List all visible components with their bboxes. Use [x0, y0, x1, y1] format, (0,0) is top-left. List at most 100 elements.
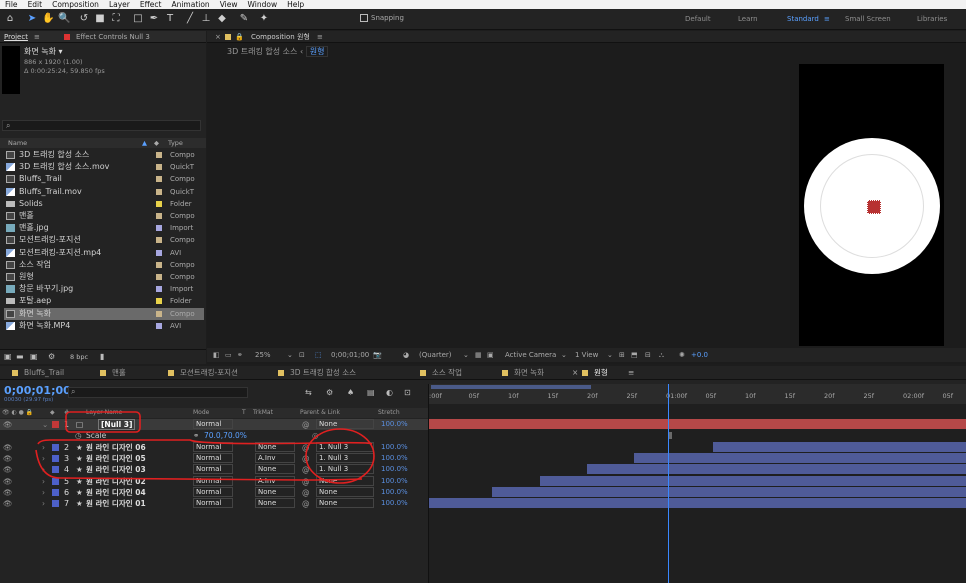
comp-panel-menu-icon[interactable]: ≡: [317, 31, 323, 43]
camera-tool-icon[interactable]: ■: [94, 13, 106, 25]
flowchart-icon[interactable]: ⊟: [645, 348, 651, 362]
timeline-tab[interactable]: Bluffs_Trail: [24, 366, 64, 380]
label-swatch[interactable]: [156, 213, 162, 219]
project-item[interactable]: 화면 녹화.MP4 AVI: [4, 320, 204, 332]
roto-brush-tool-icon[interactable]: ✎: [238, 13, 250, 25]
time-ruler[interactable]: :00f 05f 10f 15f 20f 25f 01:00f 05f 10f 15f 20f 25f…: [429, 390, 966, 404]
label-swatch[interactable]: [156, 152, 162, 158]
layer-duration-bar[interactable]: [539, 475, 966, 486]
timeline-tab[interactable]: 3D 트래킹 합성 소스: [290, 366, 356, 380]
rotate-tool-icon[interactable]: ↺: [78, 13, 90, 25]
composition-tab[interactable]: Composition 원형: [251, 31, 310, 43]
label-swatch[interactable]: [156, 200, 162, 207]
puppet-tool-icon[interactable]: ✦: [258, 13, 270, 25]
project-tab[interactable]: Project: [4, 31, 28, 43]
visibility-eye-icon[interactable]: 👁: [3, 498, 13, 509]
stretch-value[interactable]: 100.0%: [381, 498, 408, 509]
effect-controls-tab[interactable]: Effect Controls Null 3: [76, 31, 150, 43]
label-swatch[interactable]: [156, 310, 162, 317]
pan-behind-tool-icon[interactable]: ⛶: [110, 13, 122, 25]
col-type[interactable]: Type: [168, 138, 183, 148]
timeline-tab[interactable]: 원형: [594, 366, 608, 380]
selection-tool-icon[interactable]: ➤: [26, 13, 38, 25]
layer-duration-bar[interactable]: [713, 441, 966, 452]
layer-duration-bar[interactable]: [429, 498, 966, 509]
lock-icon[interactable]: 🔒: [235, 31, 244, 43]
project-item[interactable]: Bluffs_Trail Compo: [4, 173, 204, 185]
parent-select[interactable]: None: [316, 498, 374, 509]
exposure-icon[interactable]: ✺: [679, 348, 685, 362]
trash-icon[interactable]: ▮: [100, 352, 104, 361]
menu-view[interactable]: View: [215, 0, 243, 9]
timeline-tab[interactable]: 맨홀: [112, 366, 126, 380]
project-item[interactable]: Bluffs_Trail.mov QuickT: [4, 186, 204, 198]
snapshot-icon[interactable]: 📷: [373, 348, 382, 362]
breadcrumb-item[interactable]: 3D 트래킹 합성 소스: [227, 47, 297, 56]
frame-blending-icon[interactable]: ▤: [367, 388, 375, 397]
playhead[interactable]: [668, 384, 669, 583]
interpret-footage-icon[interactable]: ▣: [4, 352, 12, 361]
mask-visibility-icon[interactable]: ⚭: [237, 348, 243, 362]
project-item[interactable]: 맨홀 Compo: [4, 210, 204, 222]
camera-chevron-icon[interactable]: ⌄: [561, 348, 567, 362]
type-tool-icon[interactable]: T: [164, 13, 176, 25]
layer-duration-bar[interactable]: [429, 419, 966, 429]
label-swatch[interactable]: [156, 176, 162, 183]
label-swatch[interactable]: [156, 164, 162, 171]
layer-name[interactable]: 원 라인 디자인 01: [86, 498, 146, 509]
region-of-interest-icon[interactable]: ⬚: [315, 348, 322, 362]
pixel-aspect-icon[interactable]: ⊞: [619, 348, 625, 362]
col-name[interactable]: Name: [8, 138, 27, 148]
brush-tool-icon[interactable]: ╱: [184, 13, 196, 25]
layer-duration-bar[interactable]: [492, 486, 966, 497]
project-item[interactable]: 모션트래킹-포지션.mp4 AVI: [4, 247, 204, 259]
comp-name[interactable]: 화면 녹화 ▾: [24, 46, 63, 57]
fast-preview-icon[interactable]: ⛬: [659, 348, 664, 362]
transparency-grid-icon[interactable]: ▦: [475, 348, 482, 362]
workspace-standard[interactable]: Standard: [787, 15, 819, 23]
motion-blur-icon[interactable]: ◐: [386, 388, 393, 397]
project-item[interactable]: 창문 바꾸기.jpg Import: [4, 283, 204, 295]
close-tab-icon[interactable]: ×: [572, 366, 578, 380]
menu-help[interactable]: Help: [282, 0, 309, 9]
workspace-menu-icon[interactable]: ≡: [824, 15, 830, 23]
workspace-learn[interactable]: Learn: [738, 15, 758, 23]
project-item[interactable]: Solids Folder: [4, 198, 204, 210]
fit-icon[interactable]: ⊡: [299, 348, 305, 362]
close-tab-icon[interactable]: ×: [215, 31, 221, 43]
snapping-checkbox[interactable]: [360, 14, 368, 22]
label-swatch[interactable]: [156, 261, 162, 268]
layer-row[interactable]: 👁 › 7 ★ 원 라인 디자인 01 Normal None @ None 100.0%: [0, 498, 428, 509]
3d-view-icon[interactable]: ▣: [487, 348, 494, 362]
breadcrumb-current[interactable]: 원형: [305, 46, 329, 57]
exposure-value[interactable]: +0.0: [691, 348, 708, 362]
panel-menu-icon[interactable]: ≡: [34, 31, 40, 43]
label-swatch[interactable]: [156, 298, 162, 305]
label-swatch[interactable]: [156, 188, 162, 195]
draft-3d-icon[interactable]: ⬒: [631, 348, 638, 362]
timeline-tab[interactable]: 화면 녹화: [514, 366, 544, 380]
bpc-label[interactable]: 8 bpc: [70, 353, 88, 361]
project-item[interactable]: 3D 트래킹 합성 소스 Compo: [4, 149, 204, 161]
camera-select[interactable]: Active Camera: [505, 348, 556, 362]
menu-layer[interactable]: Layer: [104, 0, 135, 9]
always-preview-icon[interactable]: ◧: [213, 348, 220, 362]
project-item[interactable]: 원형 Compo: [4, 271, 204, 283]
chevron-down-icon[interactable]: ⌄: [287, 348, 293, 362]
view-layout-select[interactable]: 1 View: [575, 348, 598, 362]
menu-effect[interactable]: Effect: [135, 0, 167, 9]
color-channel-icon[interactable]: ◕: [403, 348, 409, 362]
layer-duration-bar[interactable]: [634, 452, 966, 463]
layer-duration-bar[interactable]: [587, 464, 966, 475]
menu-edit[interactable]: Edit: [23, 0, 48, 9]
label-swatch[interactable]: [156, 274, 162, 280]
workspace-default[interactable]: Default: [685, 15, 711, 23]
work-area-range[interactable]: [431, 385, 591, 389]
label-swatch[interactable]: [156, 286, 162, 293]
project-item[interactable]: 3D 트래킹 합성 소스.mov QuickT: [4, 161, 204, 173]
menu-animation[interactable]: Animation: [166, 0, 214, 9]
project-item[interactable]: 모션트래킹-포지션 Compo: [4, 234, 204, 246]
pen-tool-icon[interactable]: ✒: [148, 13, 160, 25]
graph-editor-icon[interactable]: ⊡: [404, 388, 411, 397]
menu-window[interactable]: Window: [243, 0, 283, 9]
